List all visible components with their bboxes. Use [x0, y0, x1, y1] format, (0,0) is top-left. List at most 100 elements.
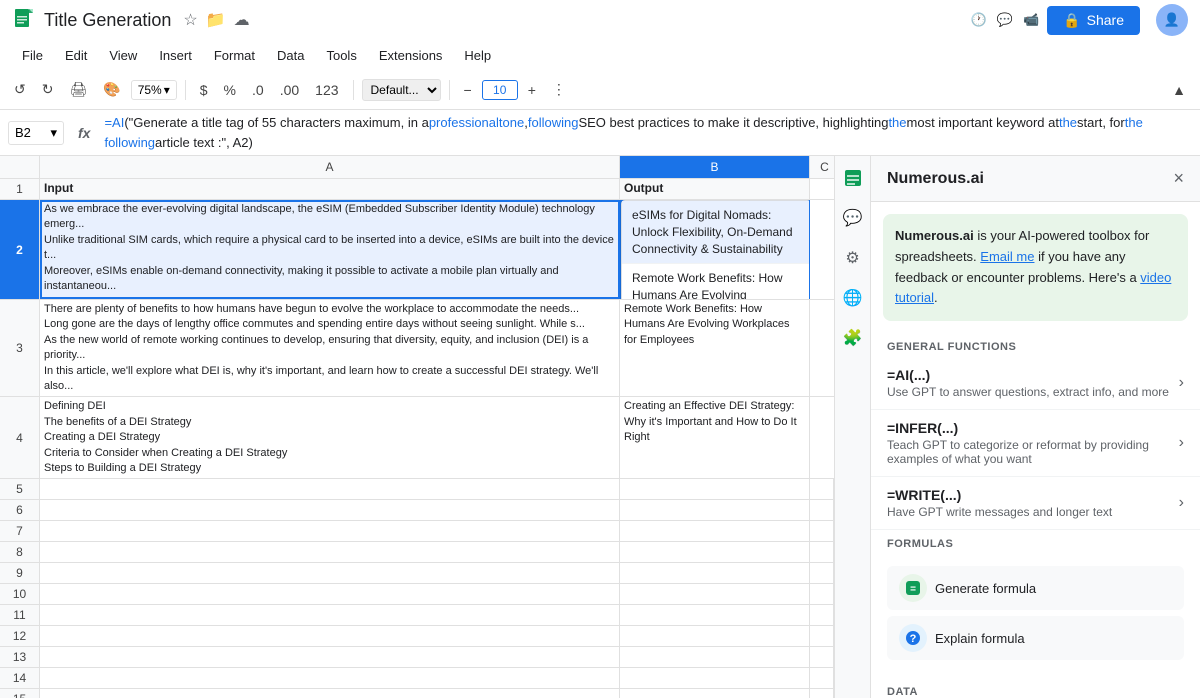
- cell-a7[interactable]: [40, 521, 620, 541]
- cell-c13[interactable]: [810, 647, 834, 667]
- cell-c14[interactable]: [810, 668, 834, 688]
- cell-b7[interactable]: [620, 521, 810, 541]
- undo-button[interactable]: ↺: [8, 77, 32, 102]
- chat-icon[interactable]: 💬: [839, 204, 867, 232]
- cell-b15[interactable]: [620, 689, 810, 698]
- menu-edit[interactable]: Edit: [55, 44, 97, 67]
- menu-insert[interactable]: Insert: [149, 44, 202, 67]
- dec-minus-button[interactable]: .0: [246, 78, 270, 102]
- cell-b5[interactable]: [620, 479, 810, 499]
- cell-b14[interactable]: [620, 668, 810, 688]
- menu-view[interactable]: View: [99, 44, 147, 67]
- table-row: 13: [0, 647, 834, 668]
- cell-c6[interactable]: [810, 500, 834, 520]
- cell-c10[interactable]: [810, 584, 834, 604]
- more-options-button[interactable]: ⋮: [546, 77, 572, 102]
- cell-b2[interactable]: eSIMs for Digital Nomads: Unlock Flexibi…: [620, 200, 810, 299]
- cell-b12[interactable]: [620, 626, 810, 646]
- print-button[interactable]: 🖨: [63, 77, 93, 102]
- cell-c3[interactable]: [810, 300, 834, 396]
- menu-tools[interactable]: Tools: [316, 44, 366, 67]
- cell-a15[interactable]: [40, 689, 620, 698]
- cell-a4[interactable]: Defining DEI The benefits of a DEI Strat…: [40, 397, 620, 478]
- dropdown-item-2[interactable]: Remote Work Benefits: How Humans Are Evo…: [622, 264, 810, 299]
- cell-a5[interactable]: [40, 479, 620, 499]
- font-size-box[interactable]: 10: [482, 80, 518, 100]
- percent-button[interactable]: %: [218, 78, 242, 102]
- cell-a1[interactable]: Input: [40, 179, 620, 199]
- currency-button[interactable]: $: [194, 78, 214, 102]
- cell-c4[interactable]: [810, 397, 834, 478]
- cell-b1[interactable]: Output: [620, 179, 810, 199]
- history-icon[interactable]: 📁: [206, 10, 226, 30]
- cell-a13[interactable]: [40, 647, 620, 667]
- close-panel-button[interactable]: ×: [1173, 168, 1184, 189]
- cell-c15[interactable]: [810, 689, 834, 698]
- cell-b10[interactable]: [620, 584, 810, 604]
- menu-file[interactable]: File: [12, 44, 53, 67]
- menu-data[interactable]: Data: [267, 44, 314, 67]
- share-button[interactable]: 🔒 Share: [1047, 6, 1140, 35]
- cell-a11[interactable]: [40, 605, 620, 625]
- explain-formula-button[interactable]: ? Explain formula: [887, 616, 1184, 660]
- cell-a9[interactable]: [40, 563, 620, 583]
- dec-plus-button[interactable]: .00: [274, 78, 305, 102]
- cell-c7[interactable]: [810, 521, 834, 541]
- menu-extensions[interactable]: Extensions: [369, 44, 453, 67]
- formulas-section: = Generate formula ? Explain formula: [871, 554, 1200, 678]
- menu-help[interactable]: Help: [454, 44, 501, 67]
- cell-c9[interactable]: [810, 563, 834, 583]
- formula-bar: B2 ▾ fx =AI ("Generate a title tag of 55…: [0, 110, 1200, 156]
- svg-text:=: =: [910, 584, 916, 595]
- cell-a2[interactable]: As we embrace the ever-evolving digital …: [40, 200, 620, 299]
- star-icon[interactable]: ☆: [183, 10, 197, 30]
- col-header-b[interactable]: B: [620, 156, 810, 178]
- cell-a10[interactable]: [40, 584, 620, 604]
- write-function-item[interactable]: =WRITE(...) Have GPT write messages and …: [871, 477, 1200, 530]
- settings-icon[interactable]: ⚙: [839, 244, 867, 272]
- cell-a6[interactable]: [40, 500, 620, 520]
- dropdown-item-1[interactable]: eSIMs for Digital Nomads: Unlock Flexibi…: [622, 201, 810, 264]
- meet-btn[interactable]: 📹: [1023, 12, 1039, 28]
- puzzle-icon[interactable]: 🧩: [839, 324, 867, 352]
- cell-c1[interactable]: [810, 179, 834, 199]
- font-size-increase[interactable]: +: [522, 78, 542, 102]
- col-header-a[interactable]: A: [40, 156, 620, 178]
- redo-button[interactable]: ↻: [36, 77, 60, 102]
- cell-c8[interactable]: [810, 542, 834, 562]
- hide-toolbar-button[interactable]: ▲: [1166, 78, 1192, 102]
- globe-icon[interactable]: 🌐: [839, 284, 867, 312]
- cell-b9[interactable]: [620, 563, 810, 583]
- cell-a12[interactable]: [40, 626, 620, 646]
- col-header-c[interactable]: C: [810, 156, 834, 178]
- cell-reference[interactable]: B2 ▾: [8, 121, 64, 145]
- comment-btn[interactable]: 💬: [997, 12, 1013, 28]
- cell-c2[interactable]: [810, 200, 834, 299]
- font-selector[interactable]: Default...: [362, 79, 441, 101]
- menu-format[interactable]: Format: [204, 44, 265, 67]
- cloud-icon[interactable]: ☁: [234, 10, 250, 30]
- table-row: 15: [0, 689, 834, 698]
- cell-a14[interactable]: [40, 668, 620, 688]
- paint-format-button[interactable]: 🎨: [97, 77, 126, 102]
- cell-c11[interactable]: [810, 605, 834, 625]
- generate-formula-button[interactable]: = Generate formula: [887, 566, 1184, 610]
- cell-c12[interactable]: [810, 626, 834, 646]
- ai-function-item[interactable]: =AI(...) Use GPT to answer questions, ex…: [871, 357, 1200, 410]
- cell-a3[interactable]: There are plenty of benefits to how huma…: [40, 300, 620, 396]
- history-btn[interactable]: 🕐: [971, 12, 987, 28]
- cell-b11[interactable]: [620, 605, 810, 625]
- number-format-button[interactable]: 123: [309, 78, 344, 102]
- zoom-control[interactable]: 75% ▾: [131, 80, 177, 100]
- cell-b4[interactable]: Creating an Effective DEI Strategy: Why …: [620, 397, 810, 478]
- cell-b13[interactable]: [620, 647, 810, 667]
- infer-function-item[interactable]: =INFER(...) Teach GPT to categorize or r…: [871, 410, 1200, 477]
- font-size-decrease[interactable]: −: [458, 78, 478, 102]
- cell-c5[interactable]: [810, 479, 834, 499]
- cell-a8[interactable]: [40, 542, 620, 562]
- cell-b6[interactable]: [620, 500, 810, 520]
- cell-b8[interactable]: [620, 542, 810, 562]
- sheets-icon[interactable]: [839, 164, 867, 192]
- email-link[interactable]: Email me: [980, 249, 1034, 264]
- cell-b3[interactable]: Remote Work Benefits: How Humans Are Evo…: [620, 300, 810, 396]
